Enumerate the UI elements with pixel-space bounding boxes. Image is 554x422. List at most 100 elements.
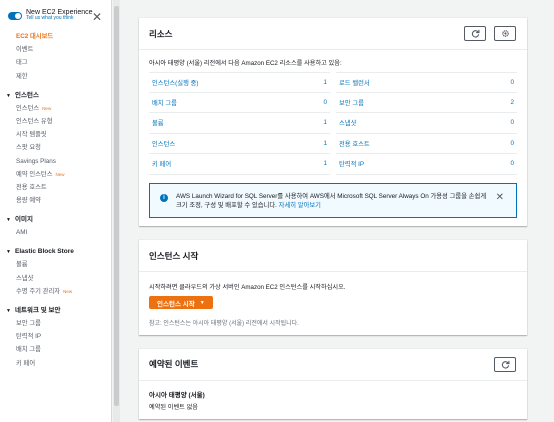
refresh-icon bbox=[471, 29, 479, 38]
sidebar-item[interactable]: 예약 인스턴스 New bbox=[16, 168, 111, 181]
resource-link[interactable]: 탄력적 IP bbox=[339, 159, 364, 168]
scheduled-events-card: 예약된 이벤트 아시아 태평양 (서울) 예약된 이벤트 없음 bbox=[139, 348, 527, 419]
gear-icon bbox=[501, 30, 509, 37]
resource-link[interactable]: 보안 그룹 bbox=[339, 98, 364, 107]
caret-down-icon: ▼ bbox=[6, 92, 11, 99]
resource-count: 1 bbox=[323, 160, 327, 168]
sidebar-item[interactable]: 시작 템플릿 bbox=[16, 128, 111, 141]
sidebar-item-label: 탄력적 IP bbox=[16, 333, 42, 341]
sidebar-item-label: 키 페어 bbox=[16, 359, 36, 367]
sidebar-item[interactable]: 수명 주기 관리자 New bbox=[16, 285, 111, 298]
sidebar-item[interactable]: 전용 호스트 bbox=[16, 181, 111, 194]
sidebar-nav: EC2 대시보드 이벤트 태그 제한 ▼ 인스턴스 인스턴스 New 인스턴스 유형 시작 템플릿… bbox=[0, 30, 111, 370]
resource-row: 전용 호스트 0 bbox=[336, 134, 517, 154]
sidebar-item-label: 인스턴스 유형 bbox=[16, 117, 53, 125]
close-icon[interactable]: ✕ bbox=[92, 11, 102, 23]
settings-button[interactable] bbox=[494, 26, 516, 41]
sidebar-item[interactable]: 보안 그룹 bbox=[16, 317, 111, 330]
resource-link[interactable]: 스냅샷 bbox=[339, 118, 356, 127]
resource-link[interactable]: 인스턴스(실행 중) bbox=[152, 78, 199, 87]
sidebar-item[interactable]: 볼륨 bbox=[16, 258, 111, 271]
resource-count: 1 bbox=[323, 139, 327, 147]
resource-row: 탄력적 IP 0 bbox=[336, 154, 517, 175]
sidebar-item-label: Savings Plans bbox=[16, 157, 56, 165]
new-badge: New bbox=[42, 105, 52, 111]
launch-note: 참고: 인스턴스는 아시아 태평양 (서울) 리전에서 시작됩니다. bbox=[149, 320, 299, 327]
info-text: AWS Launch Wizard for SQL Server를 사용하여 A… bbox=[176, 192, 506, 212]
sidebar-item-label: 스냅샷 bbox=[16, 274, 34, 282]
launch-header: 인스턴스 시작 bbox=[139, 240, 527, 272]
resource-count: 0 bbox=[323, 98, 327, 106]
resource-count: 0 bbox=[510, 78, 514, 86]
resource-link[interactable]: 인스턴스 bbox=[152, 139, 175, 148]
sidebar-item[interactable]: 이벤트 bbox=[16, 43, 111, 56]
sidebar-item[interactable]: AMI bbox=[16, 226, 111, 239]
caret-down-icon: ▼ bbox=[199, 299, 205, 306]
sidebar-item-label: 전용 호스트 bbox=[16, 183, 47, 191]
caret-down-icon: ▼ bbox=[6, 217, 11, 224]
resource-row: 로드 밸런서 0 bbox=[336, 72, 517, 93]
sidebar-item[interactable]: 스팟 요청 bbox=[16, 141, 111, 154]
events-header: 예약된 이벤트 bbox=[139, 349, 527, 381]
resource-link[interactable]: 배치 그룹 bbox=[152, 98, 177, 107]
events-refresh-button[interactable] bbox=[494, 356, 516, 372]
launch-instance-card: 인스턴스 시작 시작하려면 클라우드의 가상 서버인 Amazon EC2 인스… bbox=[139, 240, 527, 335]
resource-row: 키 페어 1 bbox=[149, 154, 330, 175]
sidebar-section-header[interactable]: ▼ 이미지 bbox=[6, 213, 111, 226]
sidebar-item[interactable]: 스냅샷 bbox=[16, 272, 111, 285]
resource-count: 0 bbox=[510, 139, 514, 147]
sidebar-item-label: 보안 그룹 bbox=[16, 320, 41, 327]
resource-count: 1 bbox=[323, 78, 327, 86]
sidebar-item[interactable]: Savings Plans bbox=[16, 155, 111, 168]
resource-link[interactable]: 로드 밸런서 bbox=[339, 78, 370, 87]
resources-grid: 인스턴스(실행 중) 1 배치 그룹 0 볼륨 1 인스턴스 1 키 페어 1 로드 밸런서 0 보안… bbox=[149, 72, 517, 175]
sidebar-item[interactable]: 제한 bbox=[16, 70, 111, 83]
sidebar-section-header[interactable]: ▼ 인스턴스 bbox=[6, 89, 111, 102]
events-title: 예약된 이벤트 bbox=[149, 359, 199, 369]
sidebar-item-label: 배치 그룹 bbox=[16, 346, 41, 354]
learn-more-link[interactable]: 자세히 알아보기 bbox=[279, 202, 321, 209]
events-body: 아시아 태평양 (서울) 예약된 이벤트 없음 bbox=[139, 381, 527, 419]
resource-link[interactable]: 전용 호스트 bbox=[339, 139, 370, 148]
resource-link[interactable]: 키 페어 bbox=[152, 159, 171, 168]
launch-instance-button[interactable]: 인스턴스 시작 ▼ bbox=[149, 296, 213, 309]
resource-row: 인스턴스 1 bbox=[149, 134, 330, 154]
resource-link[interactable]: 볼륨 bbox=[152, 118, 164, 127]
sidebar-item-label: 스팟 요청 bbox=[16, 144, 41, 152]
section-label: 인스턴스 bbox=[15, 91, 39, 99]
main-content: 리소스 아시아 태평양 (서울) 리전에서 다음 Amazon EC2 리소스를… bbox=[139, 18, 527, 422]
new-badge: New bbox=[55, 171, 65, 177]
resource-row: 배치 그룹 0 bbox=[149, 93, 330, 113]
resources-left-column: 인스턴스(실행 중) 1 배치 그룹 0 볼륨 1 인스턴스 1 키 페어 1 bbox=[149, 72, 330, 175]
sidebar-item[interactable]: 탄력적 IP bbox=[16, 330, 111, 343]
new-badge: New bbox=[63, 288, 73, 294]
sql-server-info-alert: i AWS Launch Wizard for SQL Server를 사용하여… bbox=[149, 182, 517, 218]
refresh-icon bbox=[501, 360, 509, 369]
info-message: AWS Launch Wizard for SQL Server를 사용하여 A… bbox=[176, 192, 487, 210]
launch-description: 시작하려면 클라우드의 가상 서버인 Amazon EC2 인스턴스를 시작하십… bbox=[149, 284, 346, 291]
launch-title: 인스턴스 시작 bbox=[149, 250, 199, 261]
sidebar-item[interactable]: 태그 bbox=[16, 56, 111, 69]
events-status: 예약된 이벤트 없음 bbox=[149, 403, 198, 411]
sidebar: New EC2 Experience Tell us what you thin… bbox=[0, 0, 112, 422]
sidebar-scrollbar-thumb[interactable] bbox=[114, 6, 119, 406]
new-experience-toggle[interactable] bbox=[8, 12, 22, 20]
launch-body: 시작하려면 클라우드의 가상 서버인 Amazon EC2 인스턴스를 시작하십… bbox=[139, 272, 527, 335]
sidebar-item[interactable]: 인스턴스 유형 bbox=[16, 115, 111, 128]
sidebar-section-header[interactable]: ▼ Elastic Block Store bbox=[6, 245, 111, 258]
sidebar-item[interactable]: 용량 예약 bbox=[16, 194, 111, 207]
info-icon: i bbox=[160, 193, 168, 202]
refresh-button[interactable] bbox=[464, 26, 486, 41]
resource-count: 0 bbox=[510, 160, 514, 168]
sidebar-item[interactable]: 배치 그룹 bbox=[16, 343, 111, 356]
sidebar-item[interactable]: 키 페어 bbox=[16, 357, 111, 370]
dismiss-icon[interactable]: ✕ bbox=[496, 192, 504, 203]
section-label: 이미지 bbox=[15, 216, 33, 224]
resources-body: 아시아 태평양 (서울) 리전에서 다음 Amazon EC2 리소스를 사용하… bbox=[139, 50, 527, 226]
resources-description: 아시아 태평양 (서울) 리전에서 다음 Amazon EC2 리소스를 사용하… bbox=[149, 60, 342, 67]
feedback-link[interactable]: Tell us what you think bbox=[26, 16, 93, 22]
sidebar-item[interactable]: 인스턴스 New bbox=[16, 102, 111, 115]
sidebar-section-header[interactable]: ▼ 네트워크 및 보안 bbox=[6, 304, 111, 317]
resource-row: 스냅샷 0 bbox=[336, 113, 517, 134]
sidebar-item[interactable]: EC2 대시보드 bbox=[16, 30, 111, 43]
